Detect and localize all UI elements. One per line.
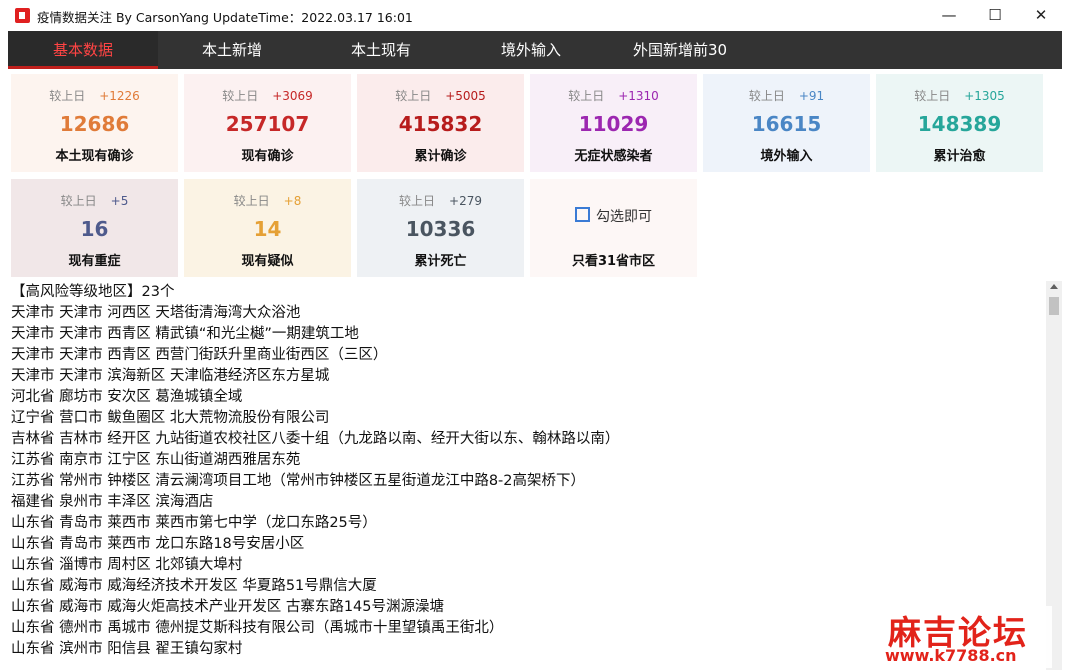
stat-value: 10336 <box>405 217 476 241</box>
list-item: 天津市 天津市 西青区 西营门街跃升里商业街西区（三区） <box>11 347 388 363</box>
tab-bar: 基本数据 本土新增 本土现有 境外输入 外国新增前30 <box>8 31 1062 69</box>
delta-value: +8 <box>283 194 302 208</box>
filter-card-31-provinces[interactable]: 勾选即可 只看31省市区 <box>530 179 697 277</box>
tab-foreign-top30[interactable]: 外国新增前30 <box>606 31 754 69</box>
list-header: 【高风险等级地区】23个 <box>11 284 175 300</box>
list-item: 辽宁省 营口市 鲅鱼圈区 北大荒物流股份有限公司 <box>11 410 330 426</box>
checkbox-icon[interactable] <box>575 207 590 222</box>
list-item: 山东省 威海市 威海经济技术开发区 华夏路51号鼎信大厦 <box>11 578 377 594</box>
stat-label: 无症状感染者 <box>574 149 653 164</box>
stat-card-existing: 较上日 +3069 257107 现有确诊 <box>184 74 351 172</box>
compare-label: 较上日 <box>399 194 436 208</box>
tab-local-existing[interactable]: 本土现有 <box>306 31 456 69</box>
stat-card-recovered: 较上日 +1305 148389 累计治愈 <box>876 74 1043 172</box>
scrollbar-thumb[interactable] <box>1049 297 1059 315</box>
stat-card-asymptomatic: 较上日 +1310 11029 无症状感染者 <box>530 74 697 172</box>
list-item: 吉林省 吉林市 经开区 九站街道农校社区八委十组（九龙路以南、经开大街以东、翰林… <box>11 431 620 447</box>
delta-value: +279 <box>449 194 482 208</box>
list-item: 河北省 廊坊市 安次区 葛渔城镇全域 <box>11 389 243 405</box>
compare-label: 较上日 <box>395 89 432 103</box>
stat-label: 现有确诊 <box>241 149 294 164</box>
stat-label: 现有重症 <box>68 254 121 269</box>
maximize-button[interactable]: ☐ <box>972 0 1018 31</box>
title-bar: 疫情数据关注 By CarsonYang UpdateTime：2022.03.… <box>0 0 1070 31</box>
stat-value: 14 <box>253 217 282 241</box>
stat-value: 16 <box>80 217 109 241</box>
tab-local-new[interactable]: 本土新增 <box>158 31 306 69</box>
delta-value: +5 <box>110 194 129 208</box>
delta-value: +5005 <box>445 89 486 103</box>
list-item: 山东省 德州市 禹城市 德州提艾斯科技有限公司（禹城市十里望镇禹王街北） <box>11 620 504 636</box>
filter-label: 只看31省市区 <box>571 254 656 269</box>
stat-card-suspected: 较上日 +8 14 现有疑似 <box>184 179 351 277</box>
tab-imported[interactable]: 境外输入 <box>456 31 606 69</box>
list-item: 天津市 天津市 河西区 天塔街清海湾大众浴池 <box>11 305 301 321</box>
stat-card-cumulative: 较上日 +5005 415832 累计确诊 <box>357 74 524 172</box>
stat-card-imported: 较上日 +91 16615 境外输入 <box>703 74 870 172</box>
delta-value: +3069 <box>272 89 313 103</box>
app-logo-icon <box>15 8 30 23</box>
stat-label: 境外输入 <box>760 149 813 164</box>
stat-label: 累计死亡 <box>414 254 467 269</box>
stat-value: 11029 <box>578 112 649 136</box>
compare-label: 较上日 <box>222 89 259 103</box>
list-item: 江苏省 常州市 钟楼区 清云澜湾项目工地（常州市钟楼区五星街道龙江中路8-2高架… <box>11 473 586 489</box>
stat-value: 16615 <box>751 112 822 136</box>
stat-card-severe: 较上日 +5 16 现有重症 <box>11 179 178 277</box>
stat-value: 415832 <box>398 112 483 136</box>
delta-value: +91 <box>798 89 825 103</box>
compare-label: 较上日 <box>60 194 97 208</box>
list-item: 山东省 威海市 威海火炬高技术产业开发区 古寨东路145号渊源澡塘 <box>11 599 445 615</box>
stat-label: 累计确诊 <box>414 149 467 164</box>
list-item: 山东省 滨州市 阳信县 翟王镇勾家村 <box>11 641 243 657</box>
delta-value: +1305 <box>964 89 1005 103</box>
list-item: 山东省 青岛市 莱西市 龙口东路18号安居小区 <box>11 536 305 552</box>
window-title: 疫情数据关注 By CarsonYang UpdateTime：2022.03.… <box>37 10 413 25</box>
stat-label: 现有疑似 <box>241 254 294 269</box>
compare-label: 较上日 <box>748 89 785 103</box>
list-item: 天津市 天津市 西青区 精武镇“和光尘樾”一期建筑工地 <box>11 326 359 342</box>
tab-basic-data[interactable]: 基本数据 <box>8 31 158 69</box>
compare-label: 较上日 <box>49 89 86 103</box>
compare-label: 较上日 <box>914 89 951 103</box>
watermark: 麻吉论坛 www.k7788.cn <box>872 606 1052 668</box>
list-item: 山东省 青岛市 莱西市 莱西市第七中学（龙口东路25号） <box>11 515 377 531</box>
delta-value: +1310 <box>618 89 659 103</box>
stat-label: 本土现有确诊 <box>55 149 134 164</box>
checkbox-label: 勾选即可 <box>596 209 652 225</box>
compare-label: 较上日 <box>568 89 605 103</box>
compare-label: 较上日 <box>233 194 270 208</box>
delta-value: +1226 <box>99 89 140 103</box>
stat-value: 148389 <box>917 112 1002 136</box>
stat-card-local-existing: 较上日 +1226 12686 本土现有确诊 <box>11 74 178 172</box>
stat-value: 257107 <box>225 112 310 136</box>
minimize-button[interactable]: — <box>926 0 972 31</box>
only-31-provinces-checkbox[interactable]: 勾选即可 <box>530 206 697 226</box>
watermark-url: www.k7788.cn <box>885 646 1017 665</box>
stat-card-deaths: 较上日 +279 10336 累计死亡 <box>357 179 524 277</box>
list-item: 天津市 天津市 滨海新区 天津临港经济区东方星城 <box>11 368 330 384</box>
list-item: 福建省 泉州市 丰泽区 滨海酒店 <box>11 494 214 510</box>
stat-value: 12686 <box>59 112 130 136</box>
list-item: 山东省 淄博市 周村区 北郊镇大埠村 <box>11 557 243 573</box>
scroll-up-arrow-icon[interactable] <box>1050 284 1058 289</box>
stat-label: 累计治愈 <box>933 149 986 164</box>
list-item: 江苏省 南京市 江宁区 东山街道湖西雅居东苑 <box>11 452 301 468</box>
close-button[interactable]: ✕ <box>1018 0 1064 31</box>
